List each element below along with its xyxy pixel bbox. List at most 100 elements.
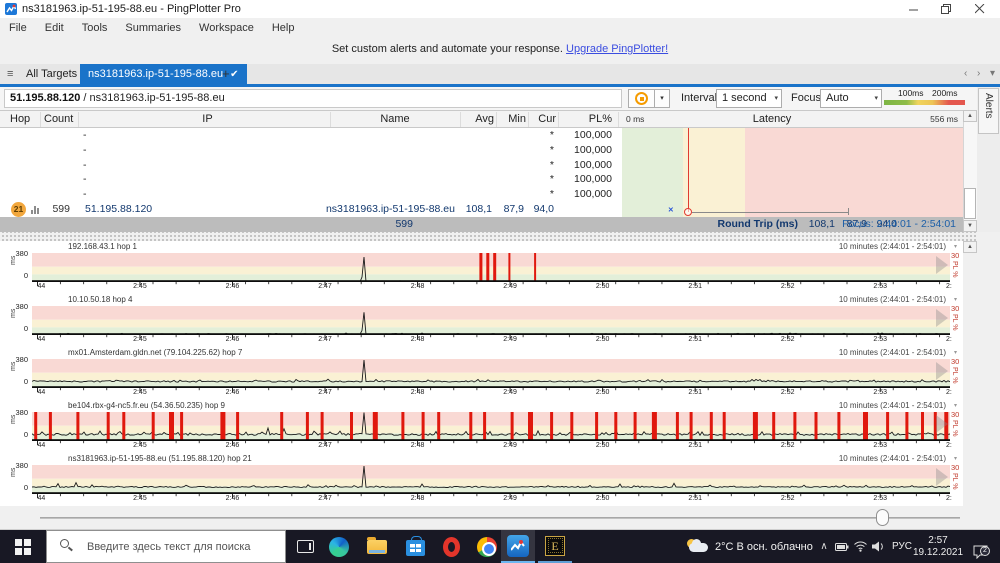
table-row[interactable]: - * 100,000: [0, 143, 620, 158]
latency-trace-plot[interactable]: [32, 306, 950, 335]
tab-scroll-right-icon[interactable]: ›: [977, 64, 980, 84]
timeline-graph-hop-5[interactable]: ns3181963.ip-51-195-88.eu (51.195.88.120…: [0, 453, 963, 506]
file-explorer-taskbar-button[interactable]: [360, 530, 394, 563]
task-view-button[interactable]: [288, 530, 322, 563]
alerts-side-tab[interactable]: Alerts: [978, 88, 999, 134]
start-button[interactable]: [0, 530, 46, 563]
x-axis-tick-label: 2:52: [780, 336, 795, 343]
game-taskbar-button[interactable]: E: [538, 530, 572, 563]
graph-expand-arrow-icon[interactable]: [936, 468, 948, 486]
time-scroll-zone: [0, 506, 1000, 530]
avg-latency-line: [687, 128, 690, 212]
interval-value: 1 second: [722, 92, 767, 104]
chevron-down-icon[interactable]: ▾: [954, 455, 957, 462]
cell-avg: 108,1: [465, 203, 492, 215]
focus-select[interactable]: Auto ▾: [820, 89, 882, 108]
tab-list-dropdown-icon[interactable]: ▾: [990, 64, 995, 84]
pause-dropdown-button[interactable]: ▾: [654, 89, 670, 108]
latency-trace-plot[interactable]: [32, 465, 950, 494]
target-address[interactable]: 51.195.88.120 / ns3181963.ip-51-195-88.e…: [4, 89, 622, 108]
pingplotter-taskbar-button[interactable]: [501, 530, 535, 563]
table-row-target[interactable]: 21 599 51.195.88.120 ns3181963.ip-51-195…: [0, 202, 620, 217]
latency-trace-plot[interactable]: [32, 253, 950, 282]
col-cur[interactable]: Cur: [528, 111, 556, 127]
col-name[interactable]: Name: [330, 111, 460, 127]
timeline-graph-hop-4[interactable]: be104.rbx-g4-nc5.fr.eu (54.36.50.235) ho…: [0, 400, 963, 453]
time-scroll-thumb[interactable]: [876, 509, 889, 526]
clock[interactable]: 2:57 19.12.2021: [913, 530, 963, 563]
language-indicator[interactable]: РУС: [889, 530, 915, 563]
chevron-down-icon[interactable]: ▾: [954, 243, 957, 250]
col-pl[interactable]: PL%: [560, 111, 612, 127]
edge-taskbar-button[interactable]: [322, 530, 356, 563]
col-hop[interactable]: Hop: [10, 111, 30, 127]
opera-taskbar-button[interactable]: [434, 530, 468, 563]
minimize-icon[interactable]: [897, 0, 930, 18]
cell-ip: -: [83, 173, 87, 186]
graph-expand-arrow-icon[interactable]: [936, 415, 948, 433]
latency-graph-panel[interactable]: ✕: [622, 128, 963, 217]
battery-icon[interactable]: [833, 530, 851, 563]
weather-widget[interactable]: 2°C В осн. облачно: [686, 530, 813, 563]
panel-splitter[interactable]: [0, 232, 977, 241]
graph-expand-arrow-icon[interactable]: [936, 309, 948, 327]
x-axis-ticks: [37, 282, 941, 286]
timeline-graph-hop-1[interactable]: 192.168.43.1 hop 1 10 minutes (2:44:01 - …: [0, 241, 963, 294]
cell-cur: 94,0: [533, 203, 554, 215]
graph-expand-arrow-icon[interactable]: [936, 362, 948, 380]
tab-scroll-left-icon[interactable]: ‹: [964, 64, 967, 84]
tray-expand-icon[interactable]: ∧: [816, 530, 832, 563]
scrollbar-down-icon[interactable]: ▼: [963, 220, 977, 232]
new-tab-button[interactable]: +: [222, 64, 230, 84]
bar-chart-icon[interactable]: [31, 205, 43, 214]
graph-expand-arrow-icon[interactable]: [936, 256, 948, 274]
table-row[interactable]: - * 100,000: [0, 187, 620, 202]
latency-trace-plot[interactable]: [32, 412, 950, 441]
col-min[interactable]: Min: [496, 111, 526, 127]
notification-center-button[interactable]: 2: [963, 530, 993, 563]
col-ip[interactable]: IP: [85, 111, 330, 127]
restore-icon[interactable]: [930, 0, 963, 18]
whisker-end-tick: [847, 208, 849, 215]
volume-icon[interactable]: [869, 530, 887, 563]
search-input[interactable]: [46, 530, 286, 563]
table-row[interactable]: - * 100,000: [0, 128, 620, 143]
cell-cur: *: [549, 173, 554, 186]
graph-range-label[interactable]: 10 minutes (2:44:01 - 2:54:01): [839, 242, 946, 251]
graph-range-label[interactable]: 10 minutes (2:44:01 - 2:54:01): [839, 348, 946, 357]
wifi-icon[interactable]: [851, 530, 869, 563]
chevron-down-icon[interactable]: ▾: [954, 402, 957, 409]
graph-range-label[interactable]: 10 minutes (2:44:01 - 2:54:01): [839, 295, 946, 304]
x-axis-tick-label: 2:47: [318, 336, 332, 343]
trace-table-rows: 21 599 51.195.88.120 ns3181963.ip-51-195…: [0, 128, 620, 217]
pause-button[interactable]: [628, 89, 655, 108]
time-scroll-track[interactable]: [40, 517, 960, 519]
chevron-down-icon[interactable]: ▾: [954, 296, 957, 303]
pingplotter-app-icon: [5, 3, 17, 15]
close-icon[interactable]: [963, 0, 996, 18]
graph-range-label[interactable]: 10 minutes (2:44:01 - 2:54:01): [839, 401, 946, 410]
latency-trace-plot[interactable]: [32, 359, 950, 388]
tab-list-icon[interactable]: ≡: [7, 64, 13, 84]
scrollbar-up-icon[interactable]: ▲: [963, 110, 977, 122]
x-axis-tick-label: 2:45: [133, 442, 147, 449]
scrollbar-thumb[interactable]: [964, 188, 976, 219]
upgrade-link[interactable]: Upgrade PingPlotter!: [566, 43, 668, 55]
store-taskbar-button[interactable]: [398, 530, 432, 563]
chrome-taskbar-button[interactable]: [470, 530, 504, 563]
weather-icon: [686, 538, 710, 555]
col-count[interactable]: Count: [44, 111, 73, 127]
x-axis-tick-label: 2:51: [688, 389, 702, 396]
timeline-graph-hop-2[interactable]: 10.10.50.18 hop 4 10 minutes (2:44:01 - 2…: [0, 294, 963, 347]
interval-select[interactable]: 1 second ▾: [716, 89, 782, 108]
graph-range-label[interactable]: 10 minutes (2:44:01 - 2:54:01): [839, 454, 946, 463]
chevron-down-icon[interactable]: ▾: [954, 349, 957, 356]
table-row[interactable]: - * 100,000: [0, 158, 620, 173]
col-avg[interactable]: Avg: [462, 111, 494, 127]
table-row[interactable]: - * 100,000: [0, 172, 620, 187]
graphs-scrollbar-up-icon[interactable]: ▲: [963, 241, 977, 253]
timeline-graph-hop-3[interactable]: mx01.Amsterdam.gldn.net (79.104.225.62) …: [0, 347, 963, 400]
y-axis-min-label: 0: [23, 430, 28, 439]
hop-number-badge: 21: [11, 202, 26, 217]
pl-axis-label: PL %: [951, 473, 958, 490]
